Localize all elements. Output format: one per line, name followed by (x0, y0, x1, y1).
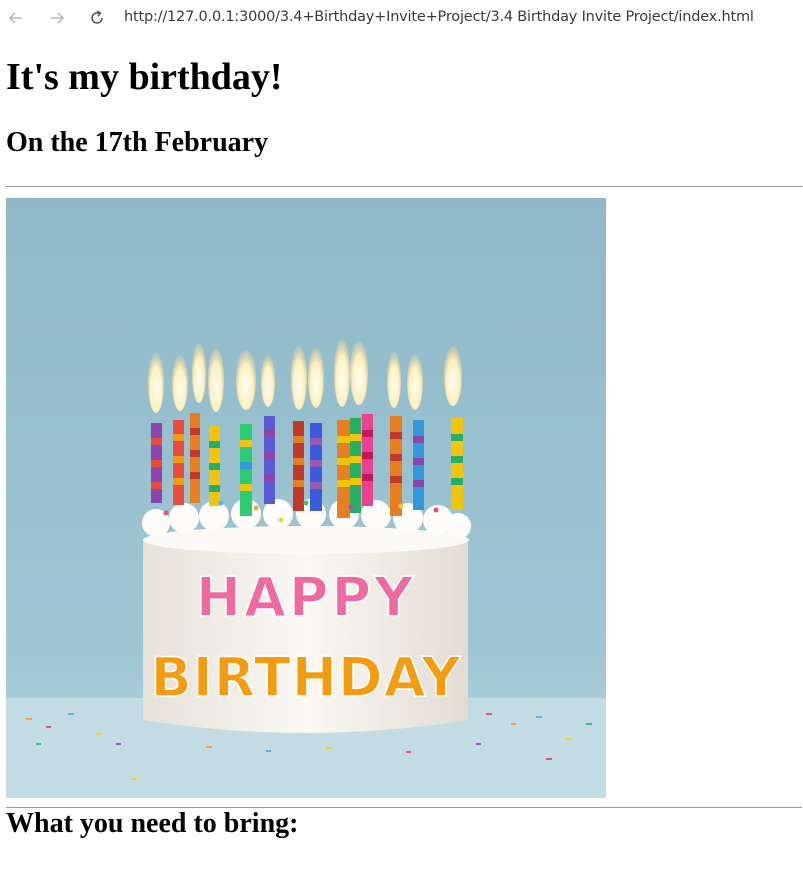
date-heading: On the 17th February (6, 127, 269, 158)
browser-toolbar: http://127.0.0.1:3000/3.4+Birthday+Invit… (0, 0, 803, 38)
forward-button[interactable] (47, 8, 67, 28)
bring-heading: What you need to bring: (6, 808, 299, 839)
arrow-left-icon (8, 12, 22, 24)
back-button[interactable] (6, 8, 26, 28)
birthday-cake-image: HAPPY BIRTHDAY (6, 198, 606, 798)
page-heading: It's my birthday! (6, 56, 283, 98)
reload-icon (91, 10, 103, 24)
arrow-right-icon (51, 12, 65, 24)
cake-text-happy: HAPPY (196, 566, 416, 629)
divider-top (6, 186, 802, 187)
cake-text-birthday: BIRTHDAY (151, 646, 462, 709)
address-bar[interactable]: http://127.0.0.1:3000/3.4+Birthday+Invit… (124, 9, 754, 25)
reload-button[interactable] (87, 8, 107, 28)
